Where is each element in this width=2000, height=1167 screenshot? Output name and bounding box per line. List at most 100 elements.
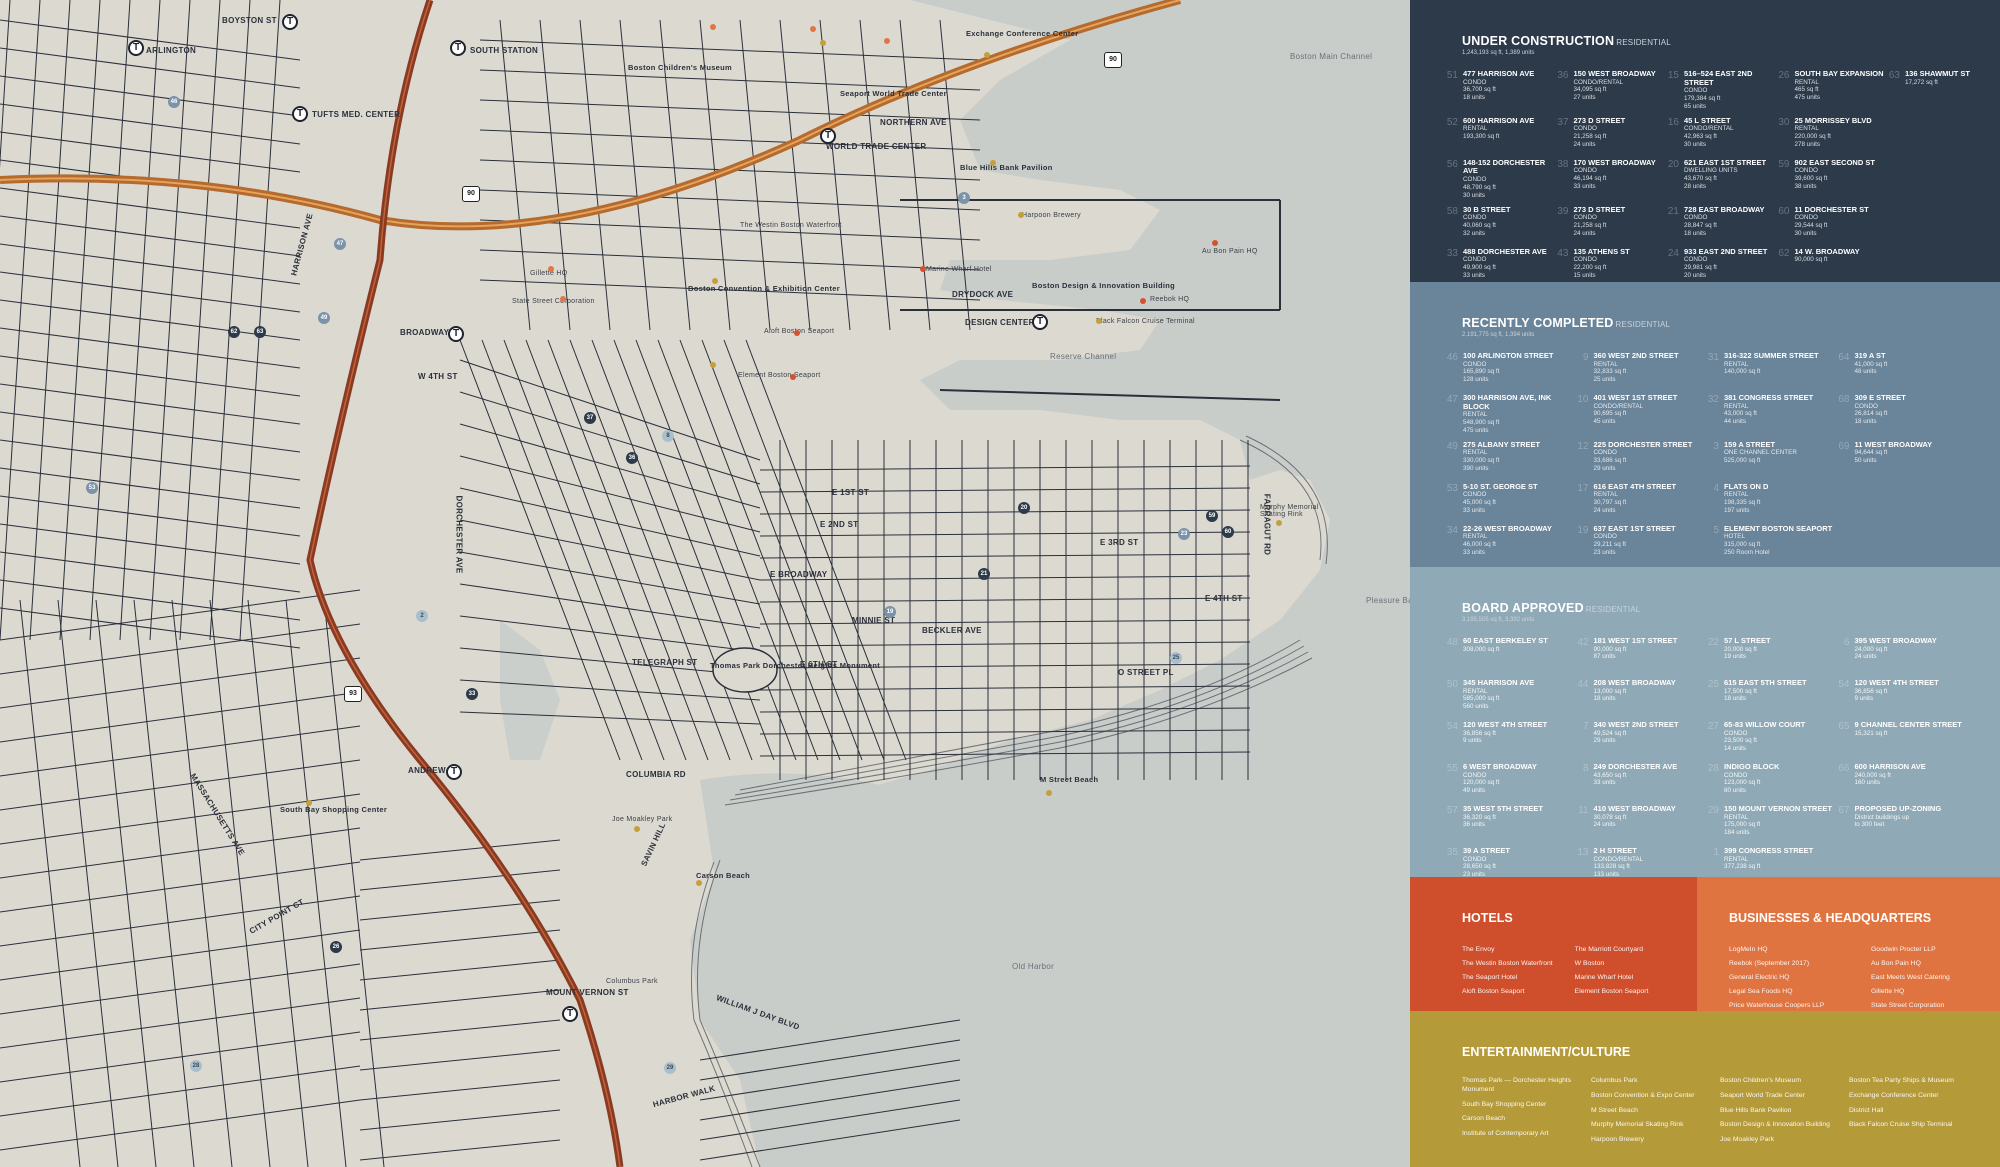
map-marker[interactable]: 25 <box>1170 652 1182 664</box>
entry-name: 275 ALBANY STREET <box>1463 439 1541 449</box>
entry-number: 22 <box>1707 637 1719 648</box>
map-marker[interactable]: 29 <box>664 1062 676 1074</box>
street-segment <box>359 1049 561 1071</box>
entry-number: 3 <box>1713 440 1719 452</box>
entry-detail: HOTEL <box>1724 533 1745 541</box>
t-stop-boylston[interactable]: T <box>282 14 298 30</box>
poi-dot[interactable] <box>696 880 702 886</box>
street-segment <box>285 599 347 1167</box>
poi-dot[interactable] <box>634 826 640 832</box>
poi-dot[interactable] <box>548 266 554 272</box>
entry-detail: 18 units <box>1854 418 1877 426</box>
entry-detail: 33 units <box>1573 183 1596 191</box>
map-marker[interactable]: 3 <box>958 192 970 204</box>
map-marker[interactable]: 37 <box>584 412 596 424</box>
map-marker[interactable]: 20 <box>1018 502 1030 514</box>
t-stop-wtc[interactable]: T <box>820 128 836 144</box>
poi-dot[interactable] <box>1096 318 1102 324</box>
legend-entry: 19 637 EAST 1ST STREET CONDO 29,211 sq ft 23… <box>1577 524 1710 561</box>
street-segment <box>0 861 361 913</box>
poi-dot[interactable] <box>984 52 990 58</box>
legend-list-item: Legal Sea Foods HQ <box>1729 988 1793 995</box>
poi-dot[interactable] <box>790 374 796 380</box>
map-marker[interactable]: 21 <box>978 568 990 580</box>
poi-dot[interactable] <box>710 362 716 368</box>
poi-dot[interactable] <box>920 266 926 272</box>
poi-dot[interactable] <box>990 160 996 166</box>
legend-list-item: South Bay Shopping Center <box>1462 1100 1547 1108</box>
legend-entry: 69 11 WEST BROADWAY 94,644 sq ft 50 units <box>1838 440 1971 477</box>
legend-list-item: Goodwin Procter LLP <box>1871 946 1936 953</box>
entry-name: 11 DORCHESTER ST <box>1794 204 1869 214</box>
map-marker[interactable]: 26 <box>330 941 342 953</box>
map-marker[interactable]: 47 <box>334 238 346 250</box>
street-segment <box>701 339 863 761</box>
t-stop-andrew[interactable]: T <box>446 764 462 780</box>
legend-entry: 58 30 B STREET CONDO 40,060 sq ft 32 units <box>1447 204 1558 242</box>
entry-detail: District buildings up <box>1854 813 1910 821</box>
entry-name: ELEMENT BOSTON SEAPORT <box>1724 523 1833 533</box>
map-marker[interactable]: 49 <box>318 312 330 324</box>
map-marker[interactable]: 63 <box>254 326 266 338</box>
poi-dot[interactable] <box>884 38 890 44</box>
water-harbor <box>690 0 1410 1167</box>
entry-number: 67 <box>1838 805 1850 816</box>
map-canvas[interactable]: BOYSTON ST ARLINGTON SOUTH STATION TUFTS… <box>0 0 1410 1167</box>
poi-dot[interactable] <box>560 296 566 302</box>
label-arlington: ARLINGTON <box>146 46 197 55</box>
map-marker[interactable]: 2 <box>416 610 428 622</box>
t-stop-broadway[interactable]: T <box>448 326 464 342</box>
entry-detail: 250 Room Hotel <box>1724 549 1770 557</box>
legend-entry: 65 9 CHANNEL CENTER STREET 15,321 sq ft <box>1838 720 1971 757</box>
panel-subtitle: RESIDENTIAL <box>1616 38 1671 47</box>
map-marker[interactable]: 59 <box>1206 510 1218 522</box>
t-stop-arlington[interactable]: T <box>128 40 144 56</box>
legend-entry: 66 600 HARRISON AVE 240,000 sq ft 160 units <box>1838 762 1971 799</box>
entry-detail: CONDO <box>1463 855 1487 863</box>
entry-detail: 36,700 sq ft <box>1463 86 1496 94</box>
label-reserve-channel: Reserve Channel <box>1050 352 1117 361</box>
street-segment <box>209 0 251 641</box>
poi-dot[interactable] <box>306 800 312 806</box>
poi-dot[interactable] <box>710 24 716 30</box>
t-stop-jfk-umass[interactable]: T <box>562 1006 578 1022</box>
map-marker[interactable]: 62 <box>228 326 240 338</box>
entry-number: 11 <box>1578 805 1589 816</box>
street-segment <box>547 339 709 761</box>
map-marker[interactable]: 60 <box>1222 526 1234 538</box>
map-marker[interactable]: 19 <box>884 606 896 618</box>
entry-detail: CONDO <box>1724 771 1748 779</box>
poi-dot[interactable] <box>1276 520 1282 526</box>
t-stop-design-center[interactable]: T <box>1032 314 1048 330</box>
entry-name: PROPOSED UP-ZONING <box>1854 804 1942 813</box>
map-marker[interactable]: 36 <box>626 452 638 464</box>
map-marker[interactable]: 8 <box>662 430 674 442</box>
legend-entry: 3 159 A STREET ONE CHANNEL CENTER 525,000 s… <box>1713 440 1840 477</box>
map-marker[interactable]: 28 <box>190 1060 202 1072</box>
poi-dot[interactable] <box>1018 212 1024 218</box>
map-marker[interactable]: 33 <box>466 688 478 700</box>
legend-entry: 47 300 HARRISON AVE, INK BLOCK RENTAL 548,9… <box>1447 393 1579 435</box>
entertainment-columns: Thomas Park — Dorchester Heights Monumen… <box>1462 1077 1970 1151</box>
entry-detail: 18 units <box>1724 695 1747 703</box>
entry-detail: 27 units <box>1573 94 1596 102</box>
map-marker[interactable]: 46 <box>168 96 180 108</box>
poi-dot[interactable] <box>1212 240 1218 246</box>
poi-dot[interactable] <box>1046 790 1052 796</box>
map-marker[interactable]: 53 <box>86 482 98 494</box>
t-stop-tufts[interactable]: T <box>292 106 308 122</box>
street-segment <box>899 19 931 331</box>
entry-name: 30 B STREET <box>1463 204 1511 214</box>
map-marker[interactable]: 23 <box>1178 528 1190 540</box>
poi-dot[interactable] <box>820 40 826 46</box>
poi-dot[interactable] <box>1140 298 1146 304</box>
poi-dot[interactable] <box>794 330 800 336</box>
entry-name: 340 WEST 2ND STREET <box>1593 720 1679 729</box>
panel-subtitle: RESIDENTIAL <box>1585 605 1641 614</box>
poi-dot[interactable] <box>712 278 718 284</box>
t-stop-south-station[interactable]: T <box>450 40 466 56</box>
entry-name: 477 HARRISON AVE <box>1463 69 1535 78</box>
poi-dot[interactable] <box>810 26 816 32</box>
label-o-street-pl: O STREET PL <box>1118 668 1174 677</box>
legend-entry: 50 345 HARRISON AVE RENTAL 585,000 sq ft 560… <box>1447 678 1579 715</box>
